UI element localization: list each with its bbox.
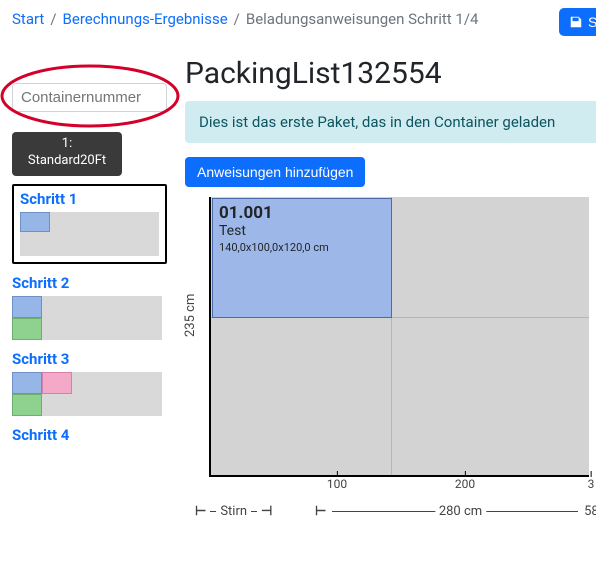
bottom-axis-row: ⊢ Stirn ⊣ ⊢ 280 cm 589 <box>185 501 596 521</box>
info-banner: Dies ist das erste Paket, das in den Con… <box>185 101 596 143</box>
diagram-area: 01.001 Test 140,0x100,0x120,0 cm <box>209 197 589 477</box>
step-thumb <box>12 296 162 340</box>
package-name: Test <box>219 223 385 239</box>
page-title: PackingList132554 <box>185 56 596 91</box>
stirn-segment: ⊢ Stirn ⊣ <box>195 504 272 519</box>
step-title: Schritt 2 <box>12 274 167 292</box>
thumb-block <box>12 394 42 416</box>
breadcrumb-results[interactable]: Berechnungs-Ergebnisse <box>63 10 228 28</box>
step-card-4[interactable]: Schritt 4 <box>12 426 167 444</box>
save-button-label: Spei <box>588 14 596 30</box>
step-thumb <box>20 212 159 256</box>
step-title: Schritt 4 <box>12 426 167 444</box>
thumb-block <box>12 296 42 318</box>
width-segment: ⊢ 280 cm 589 <box>315 504 596 519</box>
thumb-block <box>12 318 42 340</box>
x-axis-ticks: 100 200 3 <box>209 477 589 495</box>
breadcrumb-sep: / <box>50 10 56 28</box>
step-card-1[interactable]: Schritt 1 <box>12 184 167 264</box>
width-max: 589 <box>584 504 596 519</box>
thumb-block <box>12 372 42 394</box>
add-instructions-button[interactable]: Anweisungen hinzufügen <box>185 157 365 187</box>
step-title: Schritt 1 <box>20 190 159 208</box>
thumb-block <box>20 212 50 232</box>
container-number-input[interactable] <box>12 83 167 112</box>
package-dims: 140,0x100,0x120,0 cm <box>219 241 385 254</box>
step-card-3[interactable]: Schritt 3 <box>12 350 167 416</box>
breadcrumb-sep: / <box>234 10 240 28</box>
step-title: Schritt 3 <box>12 350 167 368</box>
container-diagram: 235 cm 01.001 Test 140,0x100,0x120,0 cm … <box>185 197 596 521</box>
width-label: 280 cm <box>435 504 486 519</box>
x-tick-200: 200 <box>455 477 475 491</box>
breadcrumb-current: Beladungsanweisungen Schritt 1/4 <box>246 10 479 28</box>
package-id: 01.001 <box>219 203 385 223</box>
container-chip-index: 1: <box>18 136 116 153</box>
breadcrumb: Start / Berechnungs-Ergebnisse / Beladun… <box>0 0 596 38</box>
container-chip[interactable]: 1: Standard20Ft <box>12 132 122 176</box>
container-chip-type: Standard20Ft <box>18 153 116 170</box>
step-thumb <box>12 372 162 416</box>
y-axis-label: 235 cm <box>183 294 198 337</box>
save-icon <box>569 15 583 29</box>
x-tick-100: 100 <box>327 477 347 491</box>
save-button[interactable]: Spei <box>559 8 596 36</box>
x-tick-3: 3 <box>588 477 595 491</box>
stirn-label: Stirn <box>220 504 247 519</box>
package-box[interactable]: 01.001 Test 140,0x100,0x120,0 cm <box>212 198 392 318</box>
main: PackingList132554 Dies ist das erste Pak… <box>175 38 596 521</box>
thumb-block <box>42 372 72 394</box>
sidebar: 1: Standard20Ft Schritt 1 Schritt 2 Schr… <box>0 38 175 521</box>
step-card-2[interactable]: Schritt 2 <box>12 274 167 340</box>
breadcrumb-start[interactable]: Start <box>12 10 44 28</box>
